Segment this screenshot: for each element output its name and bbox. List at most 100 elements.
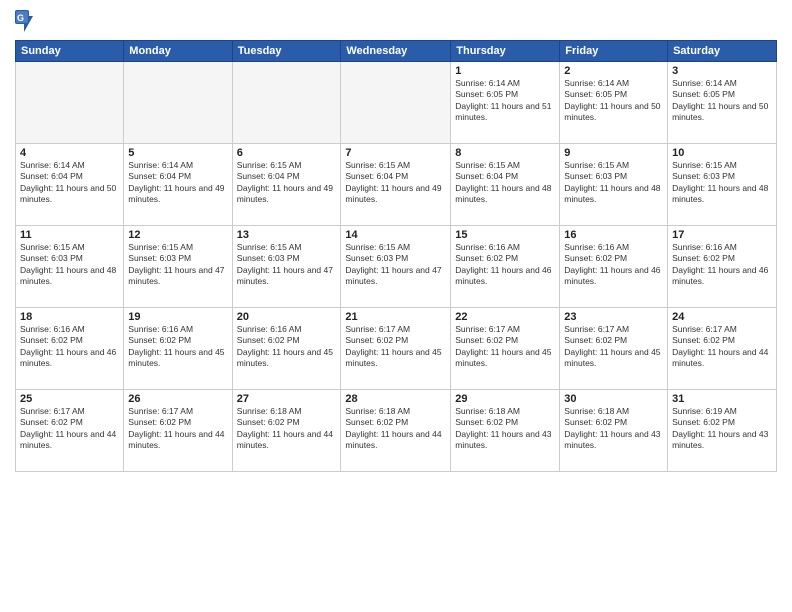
- calendar-cell: 24Sunrise: 6:17 AMSunset: 6:02 PMDayligh…: [668, 308, 777, 390]
- cell-info-text: Sunset: 6:02 PM: [20, 417, 119, 428]
- cell-info-text: Daylight: 11 hours and 49 minutes.: [345, 183, 446, 206]
- cell-info-text: Sunrise: 6:17 AM: [564, 324, 663, 335]
- cell-info-text: Daylight: 11 hours and 50 minutes.: [20, 183, 119, 206]
- cell-info-text: Sunset: 6:04 PM: [455, 171, 555, 182]
- cell-info-text: Sunrise: 6:16 AM: [672, 242, 772, 253]
- day-header-wednesday: Wednesday: [341, 41, 451, 62]
- calendar-cell: 25Sunrise: 6:17 AMSunset: 6:02 PMDayligh…: [16, 390, 124, 472]
- day-number: 14: [345, 229, 446, 241]
- cell-info-text: Sunrise: 6:19 AM: [672, 406, 772, 417]
- day-header-saturday: Saturday: [668, 41, 777, 62]
- day-header-friday: Friday: [560, 41, 668, 62]
- calendar-cell: 2Sunrise: 6:14 AMSunset: 6:05 PMDaylight…: [560, 62, 668, 144]
- cell-info-text: Daylight: 11 hours and 43 minutes.: [455, 429, 555, 452]
- logo-icon: G: [15, 10, 33, 32]
- cell-info-text: Daylight: 11 hours and 50 minutes.: [564, 101, 663, 124]
- day-number: 9: [564, 147, 663, 159]
- cell-info-text: Daylight: 11 hours and 47 minutes.: [128, 265, 227, 288]
- day-number: 20: [237, 311, 337, 323]
- calendar-cell: 28Sunrise: 6:18 AMSunset: 6:02 PMDayligh…: [341, 390, 451, 472]
- cell-info-text: Daylight: 11 hours and 49 minutes.: [237, 183, 337, 206]
- day-number: 8: [455, 147, 555, 159]
- calendar-cell: 27Sunrise: 6:18 AMSunset: 6:02 PMDayligh…: [232, 390, 341, 472]
- cell-info-text: Sunrise: 6:15 AM: [345, 242, 446, 253]
- cell-info-text: Sunrise: 6:15 AM: [20, 242, 119, 253]
- cell-info-text: Sunrise: 6:16 AM: [237, 324, 337, 335]
- cell-info-text: Sunset: 6:05 PM: [455, 89, 555, 100]
- week-row-2: 4Sunrise: 6:14 AMSunset: 6:04 PMDaylight…: [16, 144, 777, 226]
- cell-info-text: Sunset: 6:02 PM: [237, 335, 337, 346]
- page-header: G: [15, 10, 777, 32]
- day-number: 27: [237, 393, 337, 405]
- cell-info-text: Sunset: 6:03 PM: [20, 253, 119, 264]
- day-number: 15: [455, 229, 555, 241]
- cell-info-text: Sunset: 6:03 PM: [237, 253, 337, 264]
- calendar-page: G SundayMondayTuesdayWednesdayThursdayFr…: [0, 0, 792, 612]
- calendar-cell: 15Sunrise: 6:16 AMSunset: 6:02 PMDayligh…: [451, 226, 560, 308]
- calendar-cell: 7Sunrise: 6:15 AMSunset: 6:04 PMDaylight…: [341, 144, 451, 226]
- day-number: 4: [20, 147, 119, 159]
- cell-info-text: Sunset: 6:03 PM: [345, 253, 446, 264]
- cell-info-text: Sunrise: 6:16 AM: [564, 242, 663, 253]
- cell-info-text: Sunrise: 6:14 AM: [128, 160, 227, 171]
- cell-info-text: Sunset: 6:05 PM: [672, 89, 772, 100]
- cell-info-text: Sunrise: 6:17 AM: [345, 324, 446, 335]
- cell-info-text: Sunrise: 6:18 AM: [345, 406, 446, 417]
- cell-info-text: Sunset: 6:02 PM: [672, 253, 772, 264]
- day-number: 7: [345, 147, 446, 159]
- week-row-3: 11Sunrise: 6:15 AMSunset: 6:03 PMDayligh…: [16, 226, 777, 308]
- cell-info-text: Sunrise: 6:17 AM: [672, 324, 772, 335]
- cell-info-text: Sunset: 6:02 PM: [672, 417, 772, 428]
- cell-info-text: Daylight: 11 hours and 49 minutes.: [128, 183, 227, 206]
- calendar-cell: 21Sunrise: 6:17 AMSunset: 6:02 PMDayligh…: [341, 308, 451, 390]
- calendar-cell: 5Sunrise: 6:14 AMSunset: 6:04 PMDaylight…: [124, 144, 232, 226]
- day-number: 31: [672, 393, 772, 405]
- cell-info-text: Daylight: 11 hours and 46 minutes.: [455, 265, 555, 288]
- cell-info-text: Sunrise: 6:14 AM: [564, 78, 663, 89]
- cell-info-text: Sunrise: 6:16 AM: [128, 324, 227, 335]
- cell-info-text: Daylight: 11 hours and 46 minutes.: [672, 265, 772, 288]
- day-number: 24: [672, 311, 772, 323]
- cell-info-text: Sunset: 6:02 PM: [237, 417, 337, 428]
- cell-info-text: Daylight: 11 hours and 45 minutes.: [345, 347, 446, 370]
- week-row-4: 18Sunrise: 6:16 AMSunset: 6:02 PMDayligh…: [16, 308, 777, 390]
- cell-info-text: Sunset: 6:02 PM: [672, 335, 772, 346]
- cell-info-text: Sunrise: 6:14 AM: [672, 78, 772, 89]
- cell-info-text: Sunset: 6:02 PM: [455, 335, 555, 346]
- cell-info-text: Daylight: 11 hours and 43 minutes.: [672, 429, 772, 452]
- day-number: 19: [128, 311, 227, 323]
- cell-info-text: Sunrise: 6:15 AM: [237, 242, 337, 253]
- calendar-cell: 13Sunrise: 6:15 AMSunset: 6:03 PMDayligh…: [232, 226, 341, 308]
- cell-info-text: Daylight: 11 hours and 44 minutes.: [128, 429, 227, 452]
- day-number: 10: [672, 147, 772, 159]
- day-header-tuesday: Tuesday: [232, 41, 341, 62]
- cell-info-text: Sunrise: 6:17 AM: [128, 406, 227, 417]
- cell-info-text: Daylight: 11 hours and 51 minutes.: [455, 101, 555, 124]
- logo: G: [15, 10, 35, 32]
- cell-info-text: Sunrise: 6:16 AM: [20, 324, 119, 335]
- cell-info-text: Daylight: 11 hours and 48 minutes.: [20, 265, 119, 288]
- calendar-cell: 14Sunrise: 6:15 AMSunset: 6:03 PMDayligh…: [341, 226, 451, 308]
- cell-info-text: Daylight: 11 hours and 45 minutes.: [237, 347, 337, 370]
- cell-info-text: Sunset: 6:04 PM: [345, 171, 446, 182]
- cell-info-text: Sunset: 6:02 PM: [455, 417, 555, 428]
- day-number: 17: [672, 229, 772, 241]
- cell-info-text: Sunset: 6:04 PM: [128, 171, 227, 182]
- cell-info-text: Daylight: 11 hours and 48 minutes.: [672, 183, 772, 206]
- cell-info-text: Daylight: 11 hours and 45 minutes.: [455, 347, 555, 370]
- calendar-cell: [341, 62, 451, 144]
- cell-info-text: Sunrise: 6:15 AM: [672, 160, 772, 171]
- calendar-cell: [232, 62, 341, 144]
- day-number: 2: [564, 65, 663, 77]
- calendar-cell: 9Sunrise: 6:15 AMSunset: 6:03 PMDaylight…: [560, 144, 668, 226]
- day-number: 6: [237, 147, 337, 159]
- calendar-cell: 30Sunrise: 6:18 AMSunset: 6:02 PMDayligh…: [560, 390, 668, 472]
- days-header-row: SundayMondayTuesdayWednesdayThursdayFrid…: [16, 41, 777, 62]
- calendar-cell: 20Sunrise: 6:16 AMSunset: 6:02 PMDayligh…: [232, 308, 341, 390]
- day-number: 11: [20, 229, 119, 241]
- cell-info-text: Sunset: 6:02 PM: [564, 335, 663, 346]
- week-row-5: 25Sunrise: 6:17 AMSunset: 6:02 PMDayligh…: [16, 390, 777, 472]
- cell-info-text: Sunset: 6:05 PM: [564, 89, 663, 100]
- cell-info-text: Sunset: 6:02 PM: [128, 417, 227, 428]
- cell-info-text: Sunrise: 6:15 AM: [128, 242, 227, 253]
